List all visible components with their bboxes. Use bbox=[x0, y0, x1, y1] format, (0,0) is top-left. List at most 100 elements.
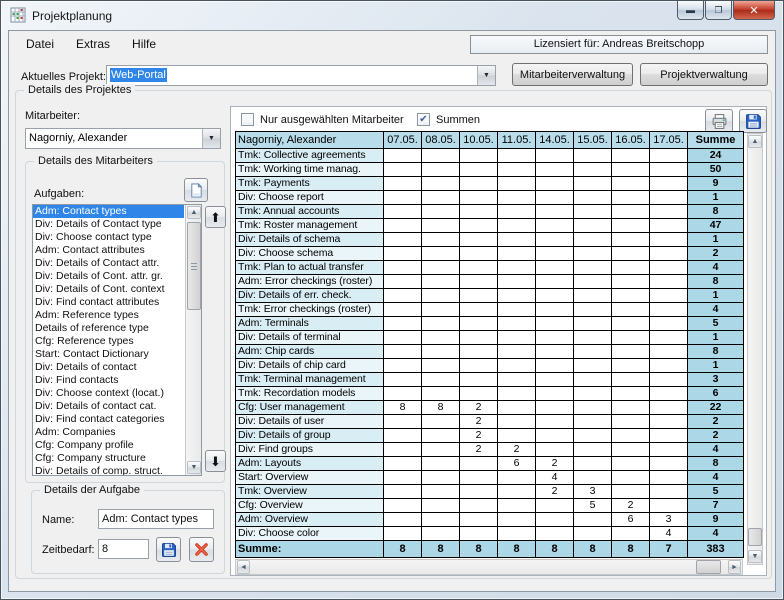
day-cell[interactable]: 3 bbox=[574, 485, 612, 499]
day-cell[interactable] bbox=[574, 415, 612, 429]
day-cell[interactable] bbox=[384, 191, 422, 205]
day-cell[interactable] bbox=[574, 345, 612, 359]
task-name-cell[interactable]: Div: Details of schema bbox=[236, 233, 384, 247]
day-cell[interactable]: 8 bbox=[422, 401, 460, 415]
task-name-cell[interactable]: Cfg: User management bbox=[236, 401, 384, 415]
day-cell[interactable] bbox=[422, 219, 460, 233]
day-cell[interactable] bbox=[536, 387, 574, 401]
task-name-cell[interactable]: Div: Details of user bbox=[236, 415, 384, 429]
project-management-button[interactable]: Projektverwaltung bbox=[640, 63, 768, 86]
task-name-cell[interactable]: Tmk: Recordation models bbox=[236, 387, 384, 401]
day-cell[interactable] bbox=[612, 401, 650, 415]
task-name-cell[interactable]: Adm: Terminals bbox=[236, 317, 384, 331]
day-cell[interactable] bbox=[498, 177, 536, 191]
day-cell[interactable] bbox=[612, 149, 650, 163]
day-cell[interactable] bbox=[498, 499, 536, 513]
day-cell[interactable] bbox=[460, 387, 498, 401]
day-cell[interactable] bbox=[650, 261, 688, 275]
day-cell[interactable] bbox=[384, 415, 422, 429]
day-cell[interactable]: 3 bbox=[650, 513, 688, 527]
day-cell[interactable] bbox=[460, 163, 498, 177]
scroll-left-icon[interactable]: ◄ bbox=[237, 560, 250, 574]
day-cell[interactable] bbox=[460, 289, 498, 303]
day-cell[interactable] bbox=[498, 317, 536, 331]
list-item[interactable]: Div: Choose contact type bbox=[33, 231, 184, 244]
day-cell[interactable] bbox=[650, 401, 688, 415]
day-cell[interactable] bbox=[460, 247, 498, 261]
day-cell[interactable] bbox=[422, 457, 460, 471]
scroll-up-icon[interactable]: ▲ bbox=[187, 206, 201, 219]
day-cell[interactable] bbox=[574, 387, 612, 401]
day-cell[interactable] bbox=[498, 303, 536, 317]
grid-date-header[interactable]: 15.05. bbox=[574, 132, 612, 149]
task-name-cell[interactable]: Tmk: Overview bbox=[236, 485, 384, 499]
day-cell[interactable] bbox=[612, 233, 650, 247]
day-cell[interactable] bbox=[612, 303, 650, 317]
grid-date-header[interactable]: 07.05. bbox=[384, 132, 422, 149]
day-cell[interactable] bbox=[574, 261, 612, 275]
task-name-cell[interactable]: Adm: Layouts bbox=[236, 457, 384, 471]
day-cell[interactable] bbox=[498, 149, 536, 163]
task-name-cell[interactable]: Div: Details of err. check. bbox=[236, 289, 384, 303]
task-name-cell[interactable]: Tmk: Working time manag. bbox=[236, 163, 384, 177]
scrollbar-thumb[interactable] bbox=[748, 528, 762, 546]
scroll-down-icon[interactable]: ▼ bbox=[748, 550, 762, 563]
list-item[interactable]: Div: Find contacts bbox=[33, 374, 184, 387]
day-cell[interactable] bbox=[460, 527, 498, 541]
day-cell[interactable] bbox=[650, 457, 688, 471]
scroll-right-icon[interactable]: ► bbox=[728, 560, 741, 574]
day-cell[interactable] bbox=[650, 289, 688, 303]
day-cell[interactable] bbox=[384, 219, 422, 233]
day-cell[interactable] bbox=[612, 359, 650, 373]
day-cell[interactable] bbox=[460, 233, 498, 247]
task-name-input[interactable]: Adm: Contact types bbox=[98, 509, 214, 529]
day-cell[interactable] bbox=[574, 317, 612, 331]
day-cell[interactable] bbox=[536, 499, 574, 513]
task-name-cell[interactable]: Start: Overview bbox=[236, 471, 384, 485]
day-cell[interactable]: 4 bbox=[536, 471, 574, 485]
grid-vscrollbar[interactable]: ▲ ▼ bbox=[747, 133, 763, 565]
day-cell[interactable] bbox=[384, 149, 422, 163]
list-item[interactable]: Adm: Contact types bbox=[33, 205, 184, 218]
chevron-down-icon[interactable]: ▼ bbox=[202, 129, 220, 148]
day-cell[interactable] bbox=[650, 387, 688, 401]
day-cell[interactable] bbox=[384, 485, 422, 499]
day-cell[interactable] bbox=[498, 205, 536, 219]
day-cell[interactable] bbox=[650, 149, 688, 163]
day-cell[interactable]: 6 bbox=[498, 457, 536, 471]
day-cell[interactable] bbox=[460, 499, 498, 513]
list-item[interactable]: Details of reference type bbox=[33, 322, 184, 335]
day-cell[interactable] bbox=[384, 233, 422, 247]
day-cell[interactable] bbox=[536, 233, 574, 247]
day-cell[interactable] bbox=[384, 275, 422, 289]
day-cell[interactable] bbox=[574, 275, 612, 289]
day-cell[interactable] bbox=[384, 317, 422, 331]
menu-hilfe[interactable]: Hilfe bbox=[121, 33, 167, 55]
day-cell[interactable] bbox=[574, 373, 612, 387]
day-cell[interactable] bbox=[536, 205, 574, 219]
day-cell[interactable] bbox=[574, 429, 612, 443]
day-cell[interactable] bbox=[422, 275, 460, 289]
day-cell[interactable] bbox=[536, 401, 574, 415]
day-cell[interactable] bbox=[384, 359, 422, 373]
day-cell[interactable] bbox=[422, 373, 460, 387]
task-name-cell[interactable]: Div: Details of group bbox=[236, 429, 384, 443]
day-cell[interactable] bbox=[460, 191, 498, 205]
day-cell[interactable] bbox=[536, 219, 574, 233]
day-cell[interactable] bbox=[498, 415, 536, 429]
day-cell[interactable] bbox=[650, 163, 688, 177]
day-cell[interactable] bbox=[612, 443, 650, 457]
task-name-cell[interactable]: Tmk: Annual accounts bbox=[236, 205, 384, 219]
task-list-scrollbar[interactable]: ▲ ▼ bbox=[185, 205, 201, 475]
list-item[interactable]: Adm: Contact attributes bbox=[33, 244, 184, 257]
grid-date-header[interactable]: 14.05. bbox=[536, 132, 574, 149]
day-cell[interactable] bbox=[422, 233, 460, 247]
day-cell[interactable]: 2 bbox=[460, 429, 498, 443]
day-cell[interactable] bbox=[574, 205, 612, 219]
day-cell[interactable] bbox=[536, 261, 574, 275]
day-cell[interactable] bbox=[460, 373, 498, 387]
day-cell[interactable] bbox=[422, 163, 460, 177]
list-item[interactable]: Adm: Companies bbox=[33, 426, 184, 439]
day-cell[interactable] bbox=[612, 177, 650, 191]
day-cell[interactable] bbox=[498, 513, 536, 527]
